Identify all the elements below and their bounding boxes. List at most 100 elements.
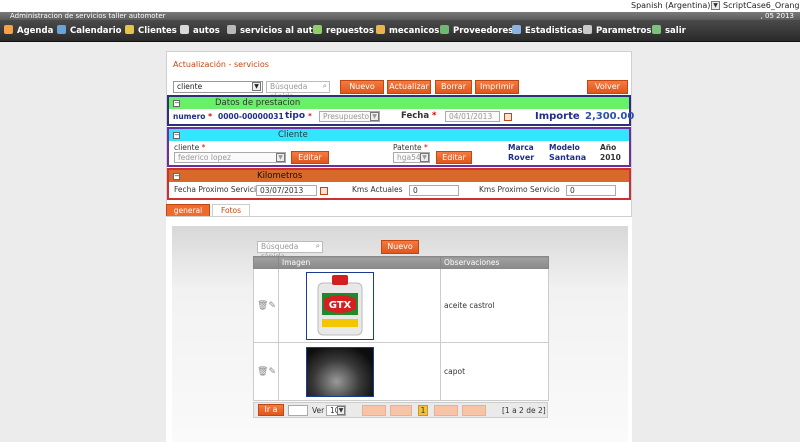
oil-bottle-image[interactable]: GTX	[306, 271, 374, 340]
delete-icon[interactable]: 🗑	[257, 367, 268, 377]
calendar-icon[interactable]	[320, 187, 328, 195]
fecha-input[interactable]: 04/01/2013	[445, 111, 500, 122]
page-input[interactable]	[288, 405, 308, 416]
pager-summary: [1 a 2 de 2]	[502, 406, 546, 415]
row-actions: 🗑✎	[253, 268, 279, 343]
collapse-icon[interactable]: −	[173, 173, 180, 180]
per-page-select[interactable]: 10 ▼	[326, 405, 346, 416]
importe-label: Importe	[535, 111, 580, 122]
volver-button[interactable]: Volver	[587, 80, 628, 94]
app-title: Administracion de servicios taller autom…	[10, 12, 166, 20]
row-image-cell: GTX	[278, 268, 441, 343]
cliente-select[interactable]: federico lopez ▼	[174, 152, 286, 163]
parts-icon	[313, 25, 322, 34]
modelo-label: Modelo	[549, 143, 580, 152]
filter-select[interactable]: cliente ▼	[173, 81, 263, 93]
borrar-button[interactable]: Borrar	[435, 80, 472, 94]
row-observaciones: capot	[440, 342, 549, 401]
search-icon: ⌕	[315, 241, 320, 250]
page-title: Actualización - servicios	[173, 60, 269, 69]
kms-proximo-input[interactable]: 0	[566, 185, 616, 196]
cliente-header[interactable]: − Cliente	[169, 129, 629, 141]
kms-actuales-input[interactable]: 0	[409, 185, 459, 196]
cliente-section: − Cliente cliente * federico lopez ▼ Edit…	[167, 127, 631, 167]
menu-clientes[interactable]: Clientes	[125, 25, 177, 36]
chevron-down-icon: ▼	[337, 406, 345, 415]
datos-section: − Datos de prestacion numero * 0000-0000…	[167, 95, 634, 126]
car-icon	[180, 25, 189, 34]
menu-calendario[interactable]: Calendario	[57, 25, 121, 36]
table-header-imagen: Imagen	[278, 256, 441, 269]
calendar-icon	[57, 25, 66, 34]
kms-proximo-label: Kms Proximo Servicio	[479, 185, 560, 194]
theme-select[interactable]: ScriptCase6_Orange	[723, 1, 800, 10]
car-hood-image[interactable]	[306, 346, 374, 397]
current-page[interactable]: 1	[418, 405, 428, 416]
anio-label: Año	[600, 143, 617, 152]
settings-icon	[583, 25, 592, 34]
ver-label: Ver	[312, 406, 325, 415]
actualizar-button[interactable]: Actualizar	[387, 80, 431, 94]
datos-header[interactable]: − Datos de prestacion	[169, 97, 629, 109]
modelo-value: Santana	[549, 153, 587, 162]
menu-mecanicos[interactable]: mecanicos	[376, 25, 439, 36]
marca-value: Rover	[508, 153, 535, 162]
chevron-down-icon: ▼	[276, 153, 285, 162]
marca-label: Marca	[508, 143, 534, 152]
suppliers-icon	[440, 25, 449, 34]
tipo-select[interactable]: Presupuesto ▼	[319, 111, 380, 122]
edit-icon[interactable]: ✎	[268, 367, 276, 377]
edit-icon[interactable]: ✎	[268, 301, 276, 311]
menu-proveedores[interactable]: Proveedores	[440, 25, 513, 36]
numero-value: 0000-00000031	[218, 112, 284, 121]
editar-patente-button[interactable]: Editar	[436, 151, 472, 164]
anio-value: 2010	[600, 153, 621, 162]
collapse-icon[interactable]: −	[173, 100, 180, 107]
calendar-icon[interactable]	[504, 113, 512, 121]
menu-repuestos[interactable]: repuestos	[313, 25, 374, 36]
patente-select[interactable]: hga540 ▼	[393, 152, 430, 163]
grid-nuevo-button[interactable]: Nuevo	[381, 240, 419, 254]
kilometros-section: − Kilometros Fecha Proximo Servicio 03/0…	[167, 168, 631, 200]
table-row: 🗑✎ GTX aceite castrol	[253, 268, 549, 343]
grid-search-input[interactable]: Búsqueda rápida⌕	[257, 241, 323, 261]
bottle-label: GTX	[329, 300, 352, 311]
patente-label: Patente *	[393, 143, 428, 152]
kilometros-header[interactable]: − Kilometros	[169, 170, 629, 182]
next-page-button[interactable]	[434, 405, 458, 416]
prev-page-button[interactable]	[390, 405, 412, 416]
imprimir-button[interactable]: Imprimir	[475, 80, 519, 94]
menu-servicios[interactable]: servicios al auto	[227, 25, 319, 36]
collapse-icon[interactable]: −	[173, 132, 180, 139]
delete-icon[interactable]: 🗑	[257, 301, 268, 311]
mechanic-icon	[376, 25, 385, 34]
date-label: , 05 2013	[760, 12, 794, 20]
fecha-proximo-input[interactable]: 03/07/2013	[256, 185, 317, 196]
last-page-button[interactable]	[462, 405, 486, 416]
menu-autos[interactable]: autos	[180, 25, 220, 36]
oil-bottle-icon: GTX	[317, 274, 363, 335]
menu-parametros[interactable]: Parametros	[583, 25, 651, 36]
menu-estadisticas[interactable]: Estadisticas	[512, 25, 583, 36]
language-bar: Spanish (Argentina) ▼ ScriptCase6_Orange	[0, 0, 800, 12]
tipo-label: tipo *	[285, 111, 312, 121]
ir-a-button[interactable]: Ir a	[258, 404, 284, 416]
fecha-label: Fecha *	[401, 111, 437, 121]
theme-dropdown-icon[interactable]: ▼	[711, 1, 720, 10]
main-menu: Agenda Calendario Clientes autos servici…	[0, 20, 800, 42]
search-icon: ⌕	[322, 81, 327, 90]
chevron-down-icon: ▼	[370, 112, 379, 121]
editar-cliente-button[interactable]: Editar	[291, 151, 329, 164]
table-header-row: Imagen Observaciones	[253, 256, 549, 269]
row-observaciones: aceite castrol	[440, 268, 549, 343]
nuevo-button[interactable]: Nuevo	[340, 80, 384, 94]
service-icon	[227, 25, 236, 34]
menu-salir[interactable]: salir	[652, 25, 686, 36]
photo-table: Imagen Observaciones 🗑✎ GTX aceite castr…	[253, 256, 549, 401]
app-title-bar: Administracion de servicios taller autom…	[0, 12, 800, 20]
users-icon	[125, 25, 134, 34]
search-input[interactable]: Búsqueda rápida⌕	[266, 81, 330, 101]
first-page-button[interactable]	[362, 405, 386, 416]
exit-icon	[652, 25, 661, 34]
menu-agenda[interactable]: Agenda	[4, 25, 53, 36]
